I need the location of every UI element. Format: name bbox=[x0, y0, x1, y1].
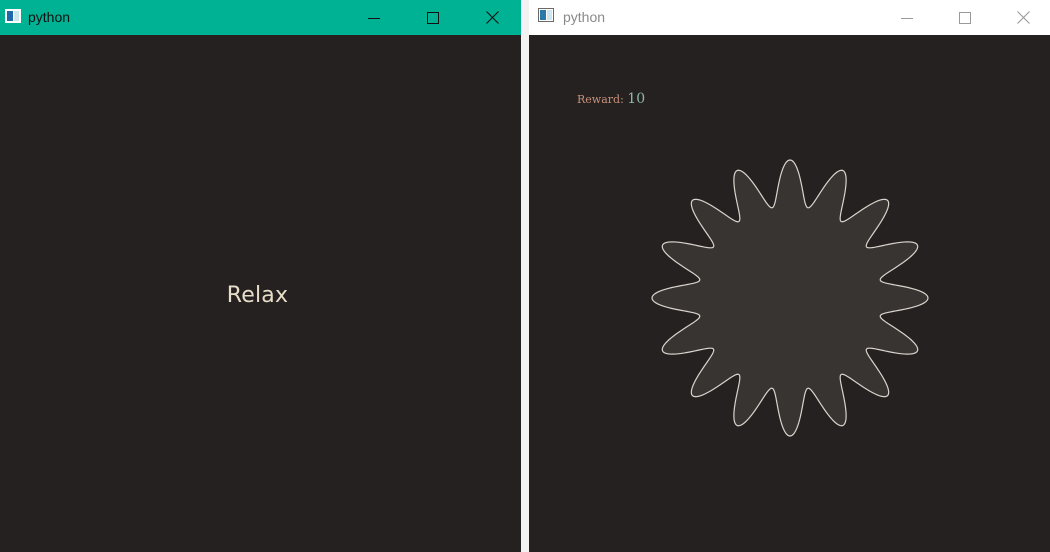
left-window: python Relax bbox=[0, 0, 521, 552]
window-icon bbox=[5, 9, 21, 23]
close-button[interactable] bbox=[463, 0, 521, 35]
client-area: Reward: 10 bbox=[529, 35, 1050, 552]
star-outline bbox=[651, 159, 929, 437]
maximize-icon bbox=[427, 11, 439, 24]
client-area: Relax bbox=[0, 35, 521, 552]
close-icon bbox=[1016, 11, 1030, 24]
minimize-icon bbox=[368, 17, 380, 19]
maximize-button[interactable] bbox=[936, 0, 994, 35]
minimize-button[interactable] bbox=[345, 0, 403, 35]
relax-message: Relax bbox=[226, 283, 289, 308]
close-button[interactable] bbox=[994, 0, 1050, 35]
minimize-icon bbox=[901, 17, 913, 19]
window-title: python bbox=[563, 9, 606, 25]
maximize-icon bbox=[959, 11, 971, 24]
wavy-star-shape bbox=[651, 159, 929, 437]
window-title: python bbox=[28, 9, 71, 25]
title-bar[interactable]: python bbox=[0, 0, 521, 35]
close-icon bbox=[485, 11, 499, 24]
maximize-button[interactable] bbox=[404, 0, 462, 35]
title-bar[interactable]: python bbox=[529, 0, 1050, 35]
right-window: python Reward: 10 bbox=[529, 0, 1050, 552]
minimize-button[interactable] bbox=[878, 0, 936, 35]
window-icon bbox=[538, 8, 554, 22]
window-divider bbox=[521, 0, 529, 552]
